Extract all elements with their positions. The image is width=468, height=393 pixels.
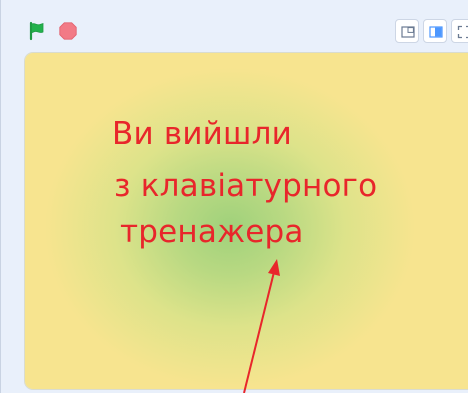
stage-message-line-1: Ви вийшли <box>112 116 292 152</box>
green-flag-icon[interactable] <box>27 21 47 41</box>
stage-toolbar <box>1 0 468 52</box>
stop-sign-icon[interactable] <box>59 22 77 40</box>
stage-message-line-3: тренажера <box>120 214 304 250</box>
stage-window: Ви вийшли з клавіатурного тренажера <box>0 0 468 393</box>
small-stage-button[interactable] <box>395 19 419 43</box>
fullscreen-icon <box>457 25 468 39</box>
small-stage-icon <box>401 26 415 38</box>
stage-canvas[interactable]: Ви вийшли з клавіатурного тренажера <box>25 53 468 389</box>
large-stage-icon <box>429 26 443 38</box>
stage-message-line-2: з клавіатурного <box>114 168 378 204</box>
fullscreen-button[interactable] <box>451 19 468 43</box>
large-stage-button[interactable] <box>423 19 447 43</box>
